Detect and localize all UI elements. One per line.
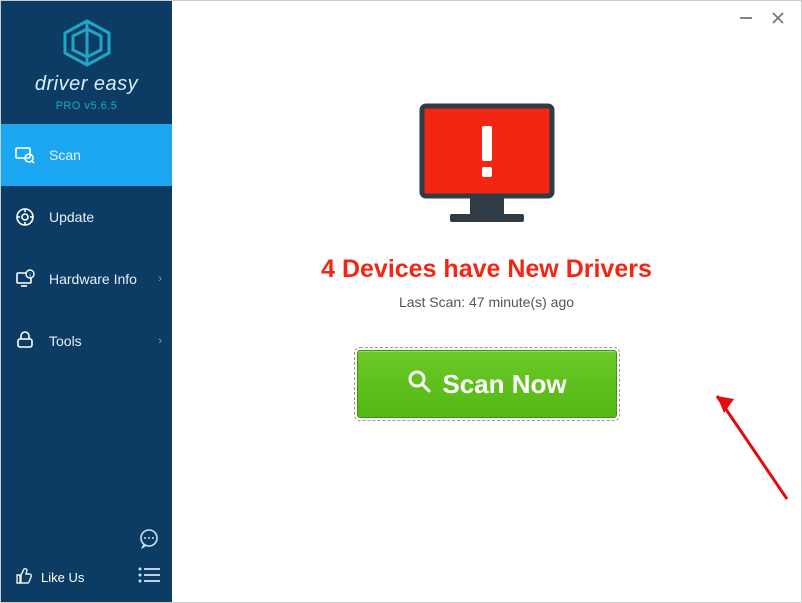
content: 4 Devices have New Drivers Last Scan: 47… [172,101,801,418]
thumbs-up-icon [15,567,33,588]
alert-title: 4 Devices have New Drivers [172,255,801,284]
minimize-button[interactable] [739,11,753,29]
sidebar-item-label: Update [49,209,94,225]
brand-version: PRO v5.6.5 [1,100,172,112]
feedback-icon[interactable] [138,528,160,555]
app-window: driver easy PRO v5.6.5 Scan Update i Har… [0,0,802,603]
scan-now-label: Scan Now [442,369,566,400]
chevron-right-icon: › [158,273,162,285]
brand-name: driver easy [1,73,172,96]
sidebar-bottom-icons [138,528,160,588]
sidebar-item-update[interactable]: Update [1,186,172,248]
sidebar: driver easy PRO v5.6.5 Scan Update i Har… [1,1,172,602]
sidebar-item-scan[interactable]: Scan [1,124,172,186]
like-us-label: Like Us [41,570,84,585]
update-icon [15,207,41,227]
main-panel: 4 Devices have New Drivers Last Scan: 47… [172,1,801,602]
sidebar-item-label: Hardware Info [49,271,137,287]
search-icon [406,368,432,401]
tools-icon [15,331,41,351]
chevron-right-icon: › [158,335,162,347]
hardware-icon: i [15,269,41,289]
sidebar-item-tools[interactable]: Tools › [1,310,172,372]
alert-monitor-icon [172,101,801,231]
svg-text:i: i [29,273,30,279]
last-scan-text: Last Scan: 47 minute(s) ago [172,294,801,310]
titlebar [723,1,801,39]
logo-block: driver easy PRO v5.6.5 [1,1,172,124]
sidebar-item-label: Scan [49,147,81,163]
like-us-button[interactable]: Like Us [15,567,84,588]
brand-logo-icon [59,19,115,67]
sidebar-item-hardware-info[interactable]: i Hardware Info › [1,248,172,310]
scan-now-button[interactable]: Scan Now [357,350,617,418]
menu-icon[interactable] [138,567,160,588]
sidebar-item-label: Tools [49,333,82,349]
scan-icon [15,145,41,165]
close-button[interactable] [771,11,785,29]
